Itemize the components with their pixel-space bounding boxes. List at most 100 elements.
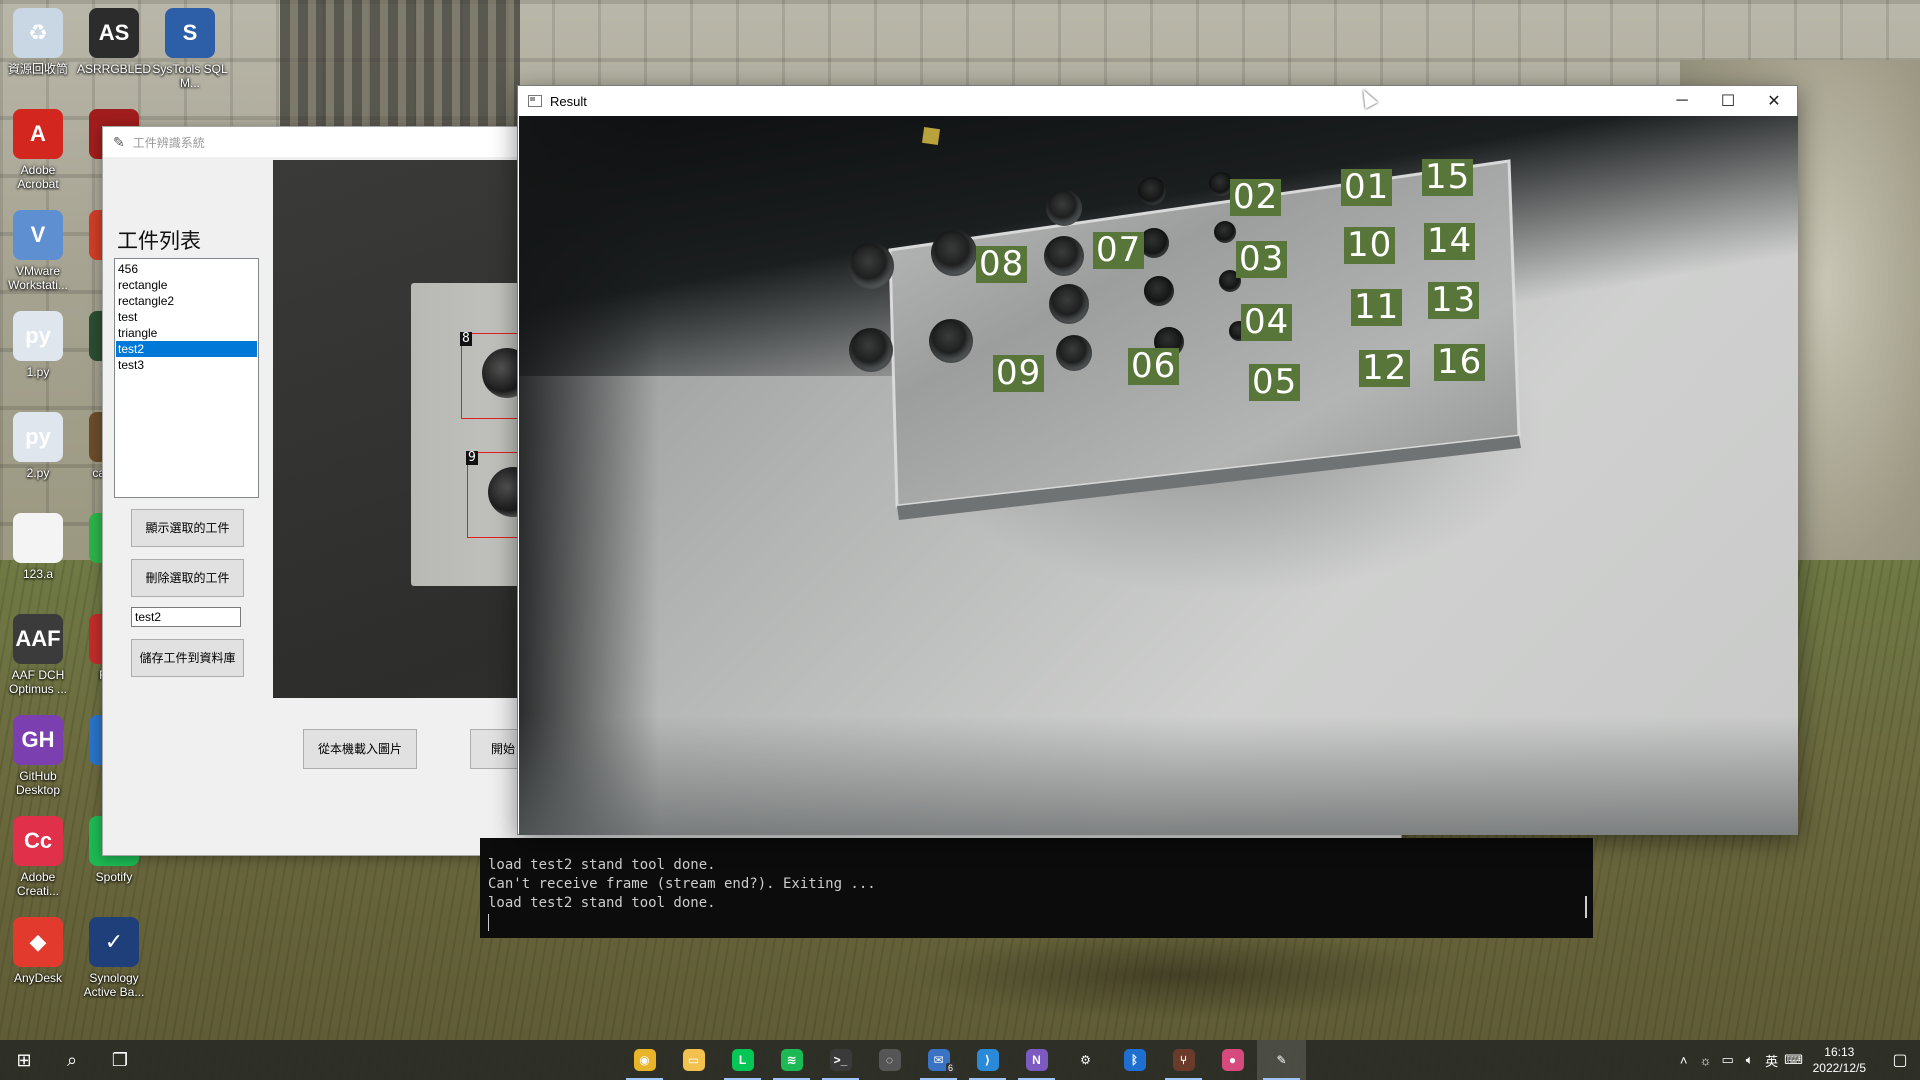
console-window[interactable]: load test2 stand tool done. Can't receiv…: [480, 838, 1593, 938]
brightness-icon[interactable]: ☼: [1695, 1053, 1717, 1068]
unread-badge: 6: [945, 1063, 955, 1073]
ime-indicator[interactable]: 英: [1761, 1051, 1783, 1070]
desktop-icon[interactable]: AS ASRRGBLED: [76, 8, 152, 76]
taskbar-app-button[interactable]: ▭: [669, 1040, 718, 1080]
drill-hole: [1046, 190, 1082, 226]
taskbar-app-button[interactable]: >_: [816, 1040, 865, 1080]
desktop-icon[interactable]: AAF AAF DCH Optimus ...: [0, 614, 76, 696]
volume-icon[interactable]: 🔈︎: [1739, 1052, 1761, 1068]
hole-number-label: 11: [1351, 289, 1403, 326]
windows-start-icon[interactable]: ⊞: [0, 1040, 48, 1080]
taskbar-app-button[interactable]: L: [718, 1040, 767, 1080]
desktop-icon[interactable]: py 2.py: [0, 412, 76, 480]
desktop-icon-label: Adobe Creati...: [16, 870, 59, 898]
system-tray: ˄ ☼ ▭ 🔈︎ 英 ⌨︎ 16:13 2022/12/5 ▢: [1673, 1040, 1920, 1080]
desktop-icon[interactable]: ♻ 資源回收筒: [0, 8, 76, 76]
hole-number-label: 07: [1093, 232, 1145, 269]
clock-date: 2022/12/5: [1812, 1061, 1866, 1075]
drill-hole: [1056, 335, 1092, 371]
drill-hole: [1049, 284, 1089, 324]
acrobat-icon: A: [13, 109, 63, 159]
list-item[interactable]: rectangle2: [116, 293, 257, 309]
delete-selected-button[interactable]: 刪除選取的工件: [131, 559, 244, 597]
desktop-icon-label: Spotify: [95, 870, 133, 884]
desktop-icon[interactable]: 123.a: [0, 513, 76, 581]
hole-number-label: 12: [1359, 350, 1411, 387]
desktop-icon[interactable]: ◆ AnyDesk: [0, 917, 76, 985]
clock[interactable]: 16:13 2022/12/5: [1813, 1044, 1866, 1076]
ime-mode-icon[interactable]: ⌨︎: [1783, 1052, 1805, 1068]
desktop-icon[interactable]: GH GitHub Desktop: [0, 715, 76, 797]
console-line: load test2 stand tool done.: [488, 895, 716, 911]
list-item[interactable]: test: [116, 309, 257, 325]
taskbar-app-button[interactable]: ●: [1208, 1040, 1257, 1080]
list-item[interactable]: rectangle: [116, 277, 257, 293]
list-item[interactable]: 456: [116, 261, 257, 277]
maximize-button[interactable]: ☐: [1705, 86, 1751, 116]
result-titlebar[interactable]: Result ─ ☐ ✕: [518, 86, 1797, 116]
systools-icon: S: [165, 8, 215, 58]
taskbar-app-button[interactable]: N: [1012, 1040, 1061, 1080]
workpiece-listbox[interactable]: 456 rectangle rectangle2 test triangle test2 t…: [114, 258, 259, 498]
load-image-button[interactable]: 從本機載入圖片: [303, 729, 417, 769]
wallpaper-shadow: [900, 930, 1460, 1020]
console-scrollbar[interactable]: [1585, 896, 1587, 918]
taskbar: ⊞ ⌕ ❐ ◉ ▭ L ≋ >_ ◌ ✉ 6 ⟩ N ⚙ ᛒ ⑂ ● ✎ ˄ ☼ ▭ 🔈︎ 英 ⌨︎ 16:…: [0, 1040, 1920, 1080]
desktop-icon[interactable]: Cc Adobe Creati...: [0, 816, 76, 898]
console-caret: [488, 913, 489, 931]
taskbar-app-button[interactable]: ⑂: [1159, 1040, 1208, 1080]
desktop-icon-label: AAF DCH Optimus ...: [8, 668, 67, 696]
terminal-icon: >_: [829, 1049, 852, 1071]
list-item[interactable]: test3: [116, 357, 257, 373]
result-window[interactable]: Result ─ ☐ ✕ 01 02 03 04 05 06 07 08 09 10 11 12 13 1…: [517, 85, 1798, 835]
python-file-icon: py: [13, 311, 63, 361]
hole-number-label: 04: [1241, 304, 1293, 341]
chevron-up-icon[interactable]: ˄: [1673, 1053, 1695, 1068]
drill-hole: [1138, 177, 1166, 205]
desktop-icon-label: GitHub Desktop: [15, 769, 61, 797]
desktop-icon[interactable]: A Adobe Acrobat: [0, 109, 76, 191]
console-line: Can't receive frame (stream end?). Exiti…: [488, 876, 876, 892]
drill-hole: [1044, 236, 1084, 276]
aaf-icon: AAF: [13, 614, 63, 664]
hole-number-label: 16: [1434, 344, 1486, 381]
show-selected-button[interactable]: 顯示選取的工件: [131, 509, 244, 547]
hole-number-label: 10: [1344, 227, 1396, 264]
taskbar-app-button[interactable]: ᛒ: [1110, 1040, 1159, 1080]
hole-number-label: 08: [976, 246, 1028, 283]
search-icon[interactable]: ⌕: [48, 1040, 96, 1080]
minimize-button[interactable]: ─: [1659, 86, 1705, 116]
close-button[interactable]: ✕: [1751, 86, 1797, 116]
desktop-icon-label: Synology Active Ba...: [83, 971, 145, 999]
hole-number-label: 09: [993, 355, 1045, 392]
line-icon: L: [731, 1049, 754, 1071]
hole-number-label: 03: [1236, 241, 1288, 278]
workpiece-name-input[interactable]: test2: [131, 607, 241, 627]
desktop-icon[interactable]: py 1.py: [0, 311, 76, 379]
desktop-icon[interactable]: V VMware Workstati...: [0, 210, 76, 292]
taskbar-app-button[interactable]: ⚙: [1061, 1040, 1110, 1080]
task-view-icon[interactable]: ❐: [96, 1040, 144, 1080]
list-item[interactable]: test2: [116, 341, 257, 357]
drill-hole: [849, 328, 893, 372]
file-icon: [13, 513, 63, 563]
taskbar-app-button[interactable]: ◌: [865, 1040, 914, 1080]
taskbar-app-button[interactable]: ✉ 6: [914, 1040, 963, 1080]
recycle-bin-icon: ♻: [13, 8, 63, 58]
desktop-icon-label: Adobe Acrobat: [17, 163, 59, 191]
python-file-icon: py: [13, 412, 63, 462]
desktop-icon[interactable]: ✓ Synology Active Ba...: [76, 917, 152, 999]
taskbar-app-button[interactable]: ⟩: [963, 1040, 1012, 1080]
workpiece-list-title: 工件列表: [117, 230, 201, 253]
list-item[interactable]: triangle: [116, 325, 257, 341]
save-to-database-button[interactable]: 儲存工件到資料庫: [131, 639, 244, 677]
chat-icon: ◌: [878, 1049, 901, 1071]
hole-number-label: 15: [1422, 159, 1474, 196]
notification-icon[interactable]: ▢: [1880, 1050, 1920, 1070]
network-icon[interactable]: ▭: [1717, 1052, 1739, 1068]
desktop-icon-label: 1.py: [26, 365, 50, 379]
taskbar-app-button[interactable]: ✎: [1257, 1040, 1306, 1080]
taskbar-app-button[interactable]: ◉: [620, 1040, 669, 1080]
desktop-icon[interactable]: S SysTools SQL M...: [152, 8, 228, 90]
taskbar-app-button[interactable]: ≋: [767, 1040, 816, 1080]
